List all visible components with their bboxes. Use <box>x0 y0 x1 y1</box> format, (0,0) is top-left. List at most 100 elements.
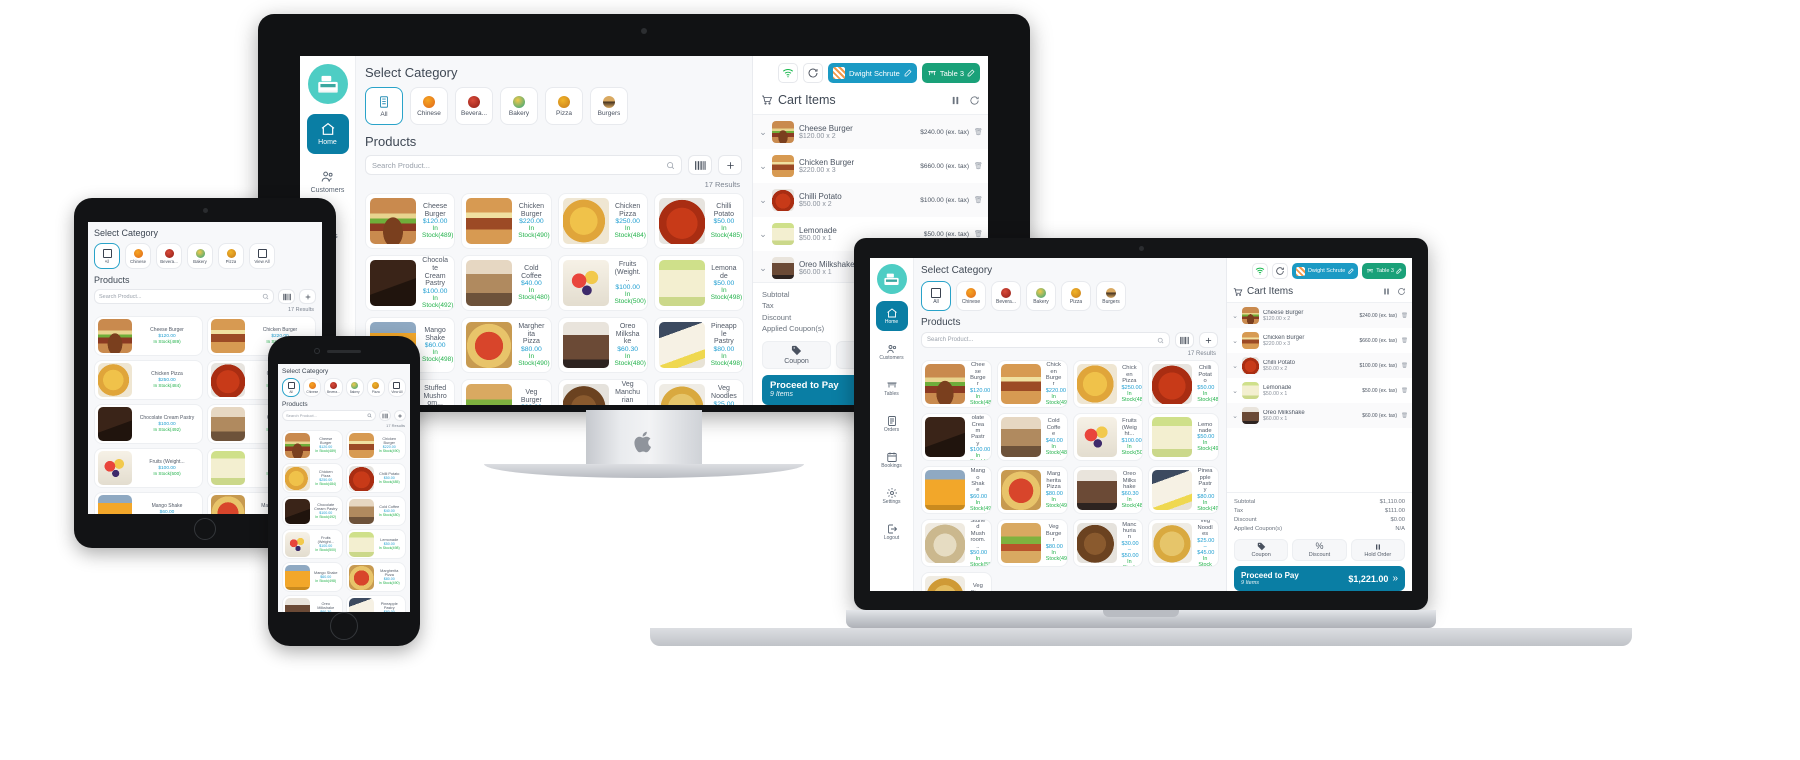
sync-button[interactable] <box>802 63 823 83</box>
trash-icon[interactable]: 🗑 <box>1401 388 1408 394</box>
pencil-icon[interactable] <box>904 69 912 77</box>
refresh-icon[interactable] <box>969 95 980 106</box>
product-card[interactable]: Oreo Milkshake$60.30In Stock(480) <box>282 595 343 612</box>
category-bakery[interactable]: Bakery <box>500 87 538 125</box>
chevron-down-icon[interactable]: ⌄ <box>1232 337 1238 345</box>
chevron-down-icon[interactable]: ⌄ <box>1232 387 1238 395</box>
trash-icon[interactable]: 🗑 <box>974 196 983 204</box>
category-chinese[interactable]: Chinese <box>125 243 151 269</box>
cart-item-row[interactable]: ⌄ Lemonade $50.00 x 1 $50.00 (ex. tax) 🗑 <box>1227 378 1412 403</box>
product-card[interactable]: Stuffed Mushroom...$50.00In Stock(588) <box>921 519 992 567</box>
category-bevera[interactable]: Bevera... <box>156 243 182 269</box>
wifi-button[interactable] <box>777 63 798 83</box>
product-card[interactable]: Pineapple Pastry$80.00In Stock(498) <box>345 595 406 612</box>
cart-item-row[interactable]: ⌄ Chilli Potato $50.00 x 2 $100.00 (ex. tax… <box>753 183 988 217</box>
customer-pill[interactable]: Dwight Schrute <box>1291 263 1359 279</box>
table-pill[interactable]: Table 3 <box>1362 263 1406 279</box>
product-card[interactable]: Veg Manchurian$30.00 – $50.00In Stock <box>557 379 648 405</box>
category-pizza[interactable]: Pizza <box>545 87 583 125</box>
wifi-button[interactable] <box>1251 263 1268 279</box>
add-product-button[interactable] <box>1199 332 1218 348</box>
chevron-down-icon[interactable]: ⌄ <box>1232 362 1238 370</box>
proceed-to-pay-button[interactable]: Proceed to Pay 9 Items $1,221.00 » <box>1234 566 1405 591</box>
product-card[interactable]: Mango Shake$60.00In Stock(498) <box>94 492 203 514</box>
sidebar-item-settings[interactable]: Settings <box>870 481 913 511</box>
product-card[interactable]: Lemonade$50.00In Stock(498) <box>653 255 744 311</box>
category-bakery[interactable]: Bakery <box>345 378 364 397</box>
product-card[interactable]: Cheese Burger$120.00In Stock(489) <box>282 430 343 460</box>
chevron-down-icon[interactable]: ⌄ <box>1232 412 1238 420</box>
customer-pill[interactable]: Dwight Schrute <box>827 63 917 83</box>
table-pill[interactable]: Table 3 <box>921 63 980 83</box>
product-card[interactable]: Lemonade$50.00In Stock(498) <box>345 529 406 559</box>
product-card[interactable]: Oreo Milkshake$60.30In Stock(480) <box>557 317 648 373</box>
product-card[interactable]: Chicken Pizza$250.00In Stock(484) <box>1072 360 1144 408</box>
category-pizza[interactable]: Pizza <box>366 378 385 397</box>
trash-icon[interactable]: 🗑 <box>1401 413 1408 419</box>
chevron-down-icon[interactable]: ⌄ <box>759 161 767 172</box>
product-card[interactable]: Chicken Pizza$250.00In Stock(484) <box>557 193 648 249</box>
product-card[interactable]: Chicken Pizza$250.00In Stock(484) <box>282 463 343 493</box>
category-all[interactable]: All <box>365 87 403 125</box>
product-card[interactable]: Cold Coffee$40.00In Stock(480) <box>996 413 1068 461</box>
sidebar-item-tables[interactable]: Tables <box>870 373 913 403</box>
barcode-button[interactable] <box>1175 332 1194 348</box>
cart-item-row[interactable]: ⌄ Chicken Burger $220.00 x 3 $660.00 (ex. t… <box>753 149 988 183</box>
add-product-button[interactable] <box>394 410 406 421</box>
product-card[interactable]: Chocolate Cream Pastry$100.00In Stock(49… <box>94 404 203 444</box>
product-card[interactable]: Cheese Burger$120.00In Stock(489) <box>94 316 203 356</box>
category-burgers[interactable]: Burgers <box>590 87 628 125</box>
chevron-down-icon[interactable]: ⌄ <box>759 195 767 206</box>
product-card[interactable]: Chicken Pizza$250.00In Stock(484) <box>94 360 203 400</box>
discount-button[interactable]: % Discount <box>1292 539 1347 561</box>
product-card[interactable]: Chilli Potato$50.00In Stock(485) <box>653 193 744 249</box>
product-card[interactable]: Veg Noodles$25.00 – $45.00In Stock <box>1148 519 1219 567</box>
barcode-button[interactable] <box>278 289 295 304</box>
sync-button[interactable] <box>1271 263 1288 279</box>
pencil-icon[interactable] <box>1348 268 1354 274</box>
cart-item-row[interactable]: ⌄ Chilli Potato $50.00 x 2 $100.00 (ex. tax… <box>1227 353 1412 378</box>
product-card[interactable]: Veg Manchurian$30.00 – $50.00In Stock <box>1072 519 1144 567</box>
product-card[interactable]: Pineapple Pastry$80.00In Stock(498) <box>1148 466 1219 514</box>
category-all[interactable]: All <box>282 378 301 397</box>
product-card[interactable]: Cheese Burger$120.00In Stock(489) <box>921 360 992 408</box>
category-burgers[interactable]: Burgers <box>1096 281 1126 311</box>
category-bevera[interactable]: Bevera... <box>324 378 343 397</box>
trash-icon[interactable]: 🗑 <box>1401 363 1408 369</box>
search-input[interactable]: Search Product... <box>365 155 682 175</box>
product-card[interactable]: Chocolate Cream Pastry$100.00In Stock(49… <box>921 413 992 461</box>
category-bakery[interactable]: Bakery <box>1026 281 1056 311</box>
product-card[interactable]: Lemonade$50.00In Stock(498) <box>1148 413 1219 461</box>
category-chinese[interactable]: Chinese <box>410 87 448 125</box>
category-bevera[interactable]: Bevera... <box>991 281 1021 311</box>
product-card[interactable]: Cold Coffee$40.00In Stock(480) <box>345 496 406 526</box>
add-product-button[interactable] <box>718 155 742 175</box>
sidebar-item-logout[interactable]: Logout <box>870 517 913 547</box>
pause-icon[interactable] <box>950 95 961 106</box>
product-card[interactable]: Margherita Pizza$80.00In Stock(490) <box>996 466 1068 514</box>
coupon-button[interactable]: Coupon <box>762 341 831 369</box>
pause-icon[interactable] <box>1382 287 1391 296</box>
product-card[interactable]: Margherita Pizza$80.00In Stock(490) <box>345 562 406 592</box>
product-card[interactable]: Fruits (Weight...$100.00In Stock(500) <box>94 448 203 488</box>
product-card[interactable]: Fruits (Weight...$100.00In Stock(500) <box>557 255 648 311</box>
category-pizza[interactable]: Pizza <box>1061 281 1091 311</box>
search-input[interactable]: Search Product... <box>282 410 376 421</box>
pencil-icon[interactable] <box>967 69 975 77</box>
category-pizza[interactable]: Pizza <box>218 243 244 269</box>
product-card[interactable]: Chocolate Cream Pastry$100.00In Stock(49… <box>282 496 343 526</box>
product-card[interactable]: Cold Coffee$40.00In Stock(480) <box>461 255 552 311</box>
coupon-button[interactable]: Coupon <box>1234 539 1289 561</box>
trash-icon[interactable]: 🗑 <box>974 230 983 238</box>
category-viewall[interactable]: View All <box>249 243 275 269</box>
category-bakery[interactable]: Bakery <box>187 243 213 269</box>
barcode-button[interactable] <box>688 155 712 175</box>
sidebar-item-customers[interactable]: Customers <box>300 164 355 200</box>
cart-item-row[interactable]: ⌄ Cheese Burger $120.00 x 2 $240.00 (ex. ta… <box>753 115 988 149</box>
category-viewall[interactable]: View All <box>387 378 407 397</box>
add-product-button[interactable] <box>299 289 316 304</box>
sidebar-item-home[interactable]: Home <box>306 114 349 154</box>
product-card[interactable]: Chilli Potato$50.00In Stock(485) <box>1148 360 1219 408</box>
trash-icon[interactable]: 🗑 <box>1401 313 1408 319</box>
category-chinese[interactable]: Chinese <box>956 281 986 311</box>
